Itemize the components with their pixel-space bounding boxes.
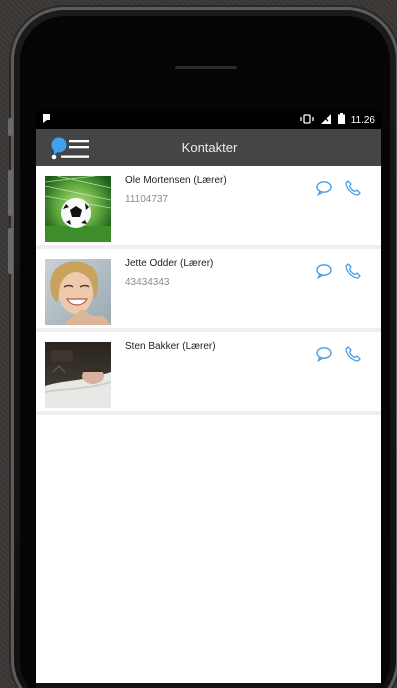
phone-icon[interactable] (344, 262, 362, 280)
phone-button (8, 118, 13, 136)
signal-icon (320, 113, 332, 127)
contact-phone: 43434343 (125, 277, 170, 288)
message-icon[interactable] (315, 179, 333, 197)
contact-name: Sten Bakker (Lærer) (125, 341, 216, 352)
message-icon[interactable] (315, 345, 333, 363)
volume-down-button (8, 228, 13, 274)
contact-avatar (45, 342, 111, 408)
contact-list: Ole Mortensen (Lærer) 11104737 Jette Odd… (36, 166, 381, 688)
contact-avatar (45, 259, 111, 325)
soccer-ball-photo (45, 176, 111, 242)
background: 11.26 Kontakter Ole Mortensen (Lærer) 11… (0, 0, 397, 688)
status-bar: 11.26 (36, 111, 381, 129)
notification-icon (42, 113, 53, 127)
woman-portrait-photo (45, 259, 111, 325)
empty-list-area (36, 415, 381, 688)
battery-icon (337, 113, 345, 127)
phone-icon[interactable] (344, 345, 362, 363)
screen-bottom-edge (36, 683, 381, 688)
contact-name: Ole Mortensen (Lærer) (125, 175, 227, 186)
contact-name: Jette Odder (Lærer) (125, 258, 214, 269)
message-icon[interactable] (315, 262, 333, 280)
contact-item[interactable]: Jette Odder (Lærer) 43434343 (36, 249, 381, 332)
contact-item[interactable]: Sten Bakker (Lærer) (36, 332, 381, 415)
screen: 11.26 Kontakter Ole Mortensen (Lærer) 11… (36, 111, 381, 688)
app-bar: Kontakter (36, 129, 381, 166)
page-title: Kontakter (181, 140, 238, 155)
contact-item[interactable]: Ole Mortensen (Lærer) 11104737 (36, 166, 381, 249)
contact-phone: 11104737 (125, 194, 169, 205)
phone-icon[interactable] (344, 179, 362, 197)
contact-avatar (45, 176, 111, 242)
man-sleeping-photo (45, 342, 111, 408)
vibrate-icon (300, 113, 314, 127)
status-time: 11.26 (350, 114, 375, 126)
speaker-grille (175, 66, 237, 69)
volume-up-button (8, 170, 13, 216)
